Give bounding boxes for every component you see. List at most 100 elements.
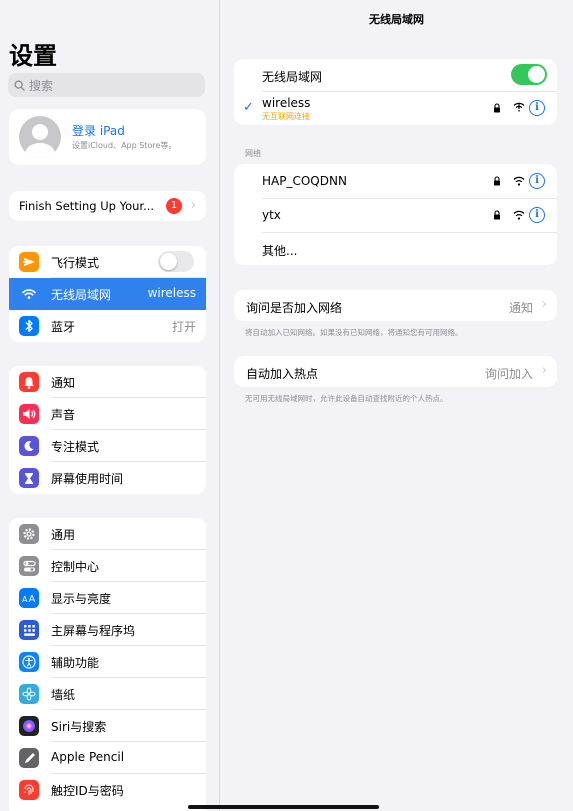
ask-to-join-footnote: 将自动加入已知网络。如果没有已知网络，将通知您有可用网络。 [245, 328, 463, 337]
sidebar-item-general[interactable]: 通用 [9, 518, 206, 550]
apple-pencil-label: Apple Pencil [51, 750, 125, 764]
bell-icon [19, 372, 39, 392]
finish-setup-label: Finish Setting Up Your... [19, 199, 155, 213]
sidebar-item-siri[interactable]: Siri与搜索 [9, 710, 206, 742]
wifi-value: wireless [147, 286, 196, 300]
sidebar-item-wallpaper[interactable]: 墙纸 [9, 678, 206, 710]
fingerprint-icon [19, 780, 39, 800]
network-name: ytx [262, 208, 281, 222]
search-placeholder: 搜索 [29, 78, 54, 93]
chevron-right-icon: › [541, 297, 547, 312]
settings-sidebar: 设置 搜索 登录 iPad 设置iCloud、App Store等。 Finis… [0, 0, 220, 811]
networks-header: 网络 [245, 149, 261, 158]
wifi-warning-icon [513, 102, 525, 112]
sidebar-item-bluetooth[interactable]: 蓝牙 打开 [9, 310, 206, 342]
sidebar-item-wifi[interactable]: 无线局域网 wireless [9, 278, 206, 310]
control-center-label: 控制中心 [51, 560, 100, 574]
ask-to-join-value: 通知 [508, 301, 533, 315]
airplane-mode-label: 飞行模式 [51, 256, 100, 270]
wifi-signal-icon [513, 210, 525, 220]
wifi-signal-icon [513, 176, 525, 186]
wifi-toggle-row: 无线局域网 [234, 59, 557, 91]
other-network-label: 其他... [262, 244, 298, 258]
accessibility-icon [19, 652, 39, 672]
sidebar-item-focus[interactable]: 专注模式 [9, 430, 206, 462]
networks-card: HAP_COQDNN i ytx i 其他... [234, 164, 557, 265]
checkmark-icon: ✓ [243, 100, 254, 115]
auto-hotspot-label: 自动加入热点 [246, 367, 319, 381]
focus-label: 专注模式 [51, 440, 100, 454]
chevron-right-icon: › [190, 198, 196, 213]
switches-icon [19, 556, 39, 576]
sign-in-title: 登录 iPad [72, 124, 125, 138]
notifications-label: 通知 [51, 376, 76, 390]
airplane-icon [19, 252, 39, 272]
sidebar-item-touch-id[interactable]: 触控ID与密码 [9, 774, 206, 806]
ask-to-join-row[interactable]: 询问是否加入网络 通知 › [234, 290, 557, 321]
display-label: 显示与亮度 [51, 592, 112, 606]
svg-text:A: A [29, 594, 36, 603]
text-size-icon: AA [19, 588, 39, 608]
sidebar-item-display[interactable]: AA 显示与亮度 [9, 582, 206, 614]
sidebar-item-airplane-mode[interactable]: 飞行模式 [9, 246, 206, 278]
info-icon[interactable]: i [529, 173, 545, 189]
sidebar-item-sounds[interactable]: 声音 [9, 398, 206, 430]
moon-icon [19, 436, 39, 456]
network-name: HAP_COQDNN [262, 174, 347, 188]
connected-network-status: 无互联网连接 [262, 112, 310, 121]
other-network-row[interactable]: 其他... [234, 233, 557, 265]
lock-icon [494, 103, 500, 113]
wifi-icon [19, 284, 39, 304]
screen-time-label: 屏幕使用时间 [51, 472, 124, 486]
avatar-icon [19, 116, 61, 158]
notifications-group: 通知 声音 专注模式 屏幕使用时间 [9, 366, 206, 494]
svg-text:A: A [22, 595, 28, 603]
lock-icon [494, 210, 500, 220]
sidebar-title: 设置 [9, 42, 57, 70]
info-icon[interactable]: i [529, 100, 545, 116]
sidebar-item-notifications[interactable]: 通知 [9, 366, 206, 398]
home-screen-label: 主屏幕与程序坞 [51, 624, 136, 638]
connectivity-group: 飞行模式 无线局域网 wireless 蓝牙 打开 [9, 246, 206, 342]
auto-hotspot-footnote: 无可用无线局域网时，允许此设备自动查找附近的个人热点。 [245, 394, 448, 403]
network-row[interactable]: HAP_COQDNN i [234, 164, 557, 198]
flower-icon [19, 684, 39, 704]
notification-badge: 1 [166, 198, 182, 214]
airplane-mode-toggle[interactable] [158, 251, 194, 272]
ask-to-join-label: 询问是否加入网络 [246, 301, 343, 315]
sidebar-item-accessibility[interactable]: 辅助功能 [9, 646, 206, 678]
wallpaper-label: 墙纸 [51, 688, 76, 702]
wifi-toggle-label: 无线局域网 [262, 70, 323, 84]
search-icon [14, 79, 25, 91]
bluetooth-icon [19, 316, 39, 336]
general-group: 通用 控制中心 AA 显示与亮度 主屏幕与程序坞 辅助功能 墙纸 Siri与搜索… [9, 518, 206, 811]
connected-network-row[interactable]: ✓ wireless 无互联网连接 i [234, 92, 557, 125]
network-row[interactable]: ytx i [234, 199, 557, 232]
chevron-right-icon: › [541, 363, 547, 378]
hourglass-icon [19, 468, 39, 488]
sounds-label: 声音 [51, 408, 76, 422]
wifi-detail-pane: 无线局域网 无线局域网 ✓ wireless 无互联网连接 i 网络 HAP_C… [220, 0, 573, 811]
bluetooth-value: 打开 [171, 320, 196, 334]
search-field[interactable]: 搜索 [8, 73, 205, 97]
sign-in-subtitle: 设置iCloud、App Store等。 [72, 141, 177, 150]
auto-hotspot-value: 询问加入 [484, 367, 533, 381]
apple-id-sign-in[interactable]: 登录 iPad 设置iCloud、App Store等。 [9, 109, 206, 165]
general-label: 通用 [51, 528, 76, 542]
finish-setup-row[interactable]: Finish Setting Up Your... 1 › [9, 191, 206, 221]
siri-icon [19, 716, 39, 736]
info-icon[interactable]: i [529, 207, 545, 223]
sidebar-item-home-screen[interactable]: 主屏幕与程序坞 [9, 614, 206, 646]
home-indicator[interactable] [188, 805, 379, 809]
grid-icon [19, 620, 39, 640]
lock-icon [494, 176, 500, 186]
auto-hotspot-row[interactable]: 自动加入热点 询问加入 › [234, 356, 557, 387]
bluetooth-label: 蓝牙 [51, 320, 76, 334]
wifi-label: 无线局域网 [51, 288, 112, 302]
sidebar-item-control-center[interactable]: 控制中心 [9, 550, 206, 582]
sidebar-item-apple-pencil[interactable]: Apple Pencil [9, 742, 206, 774]
siri-label: Siri与搜索 [51, 720, 107, 734]
wifi-toggle[interactable] [511, 64, 547, 85]
touch-id-label: 触控ID与密码 [51, 784, 124, 798]
sidebar-item-screen-time[interactable]: 屏幕使用时间 [9, 462, 206, 494]
